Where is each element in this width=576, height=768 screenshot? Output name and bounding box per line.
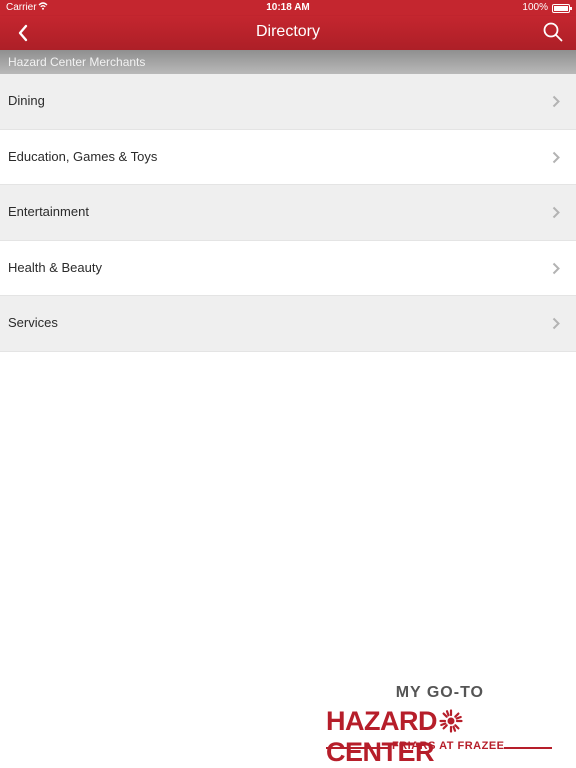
- hazard-center-logo: MY GO-TO HAZARD CENTER FRIARS AT FRAZEE: [322, 684, 558, 767]
- battery-icon: [552, 4, 572, 13]
- status-time: 10:18 AM: [266, 2, 310, 13]
- logo-rule-left: [326, 747, 388, 749]
- list-item-dining[interactable]: Dining: [0, 74, 576, 130]
- chevron-right-icon: [552, 317, 560, 330]
- list-item-education-games-toys[interactable]: Education, Games & Toys: [0, 129, 576, 185]
- list-item-entertainment[interactable]: Entertainment: [0, 185, 576, 241]
- section-header: Hazard Center Merchants: [0, 50, 576, 74]
- battery-percent: 100%: [522, 2, 548, 13]
- logo-subtitle: FRIARS AT FRAZEE: [392, 740, 505, 752]
- logo-rule-right: [504, 747, 552, 749]
- list-item-label: Dining: [8, 93, 45, 108]
- chevron-right-icon: [552, 95, 560, 108]
- logo-subline: FRIARS AT FRAZEE: [326, 740, 552, 754]
- chevron-right-icon: [552, 206, 560, 219]
- list-item-health-beauty[interactable]: Health & Beauty: [0, 240, 576, 296]
- nav-bar: Directory: [0, 16, 576, 50]
- directory-list: Dining Education, Games & Toys Entertain…: [0, 74, 576, 352]
- list-item-label: Education, Games & Toys: [8, 148, 158, 164]
- chevron-right-icon: [552, 262, 560, 274]
- chevron-right-icon: [552, 151, 560, 163]
- logo-wordmark: HAZARD CENTER: [326, 706, 558, 768]
- list-item-label: Services: [8, 315, 58, 330]
- search-icon: [543, 22, 563, 42]
- list-item-services[interactable]: Services: [0, 296, 576, 352]
- page-title: Directory: [255, 23, 320, 40]
- logo-word-left: HAZARD: [326, 706, 438, 736]
- section-header-label: Hazard Center Merchants: [8, 55, 146, 69]
- list-item-label: Health & Beauty: [8, 259, 102, 275]
- list-item-label: Entertainment: [8, 204, 89, 219]
- status-bar: Carrier 10:18 AM 100%: [0, 0, 576, 16]
- sunburst-icon: [439, 709, 463, 733]
- search-button[interactable]: [542, 21, 564, 43]
- logo-tagline: MY GO-TO: [395, 684, 484, 701]
